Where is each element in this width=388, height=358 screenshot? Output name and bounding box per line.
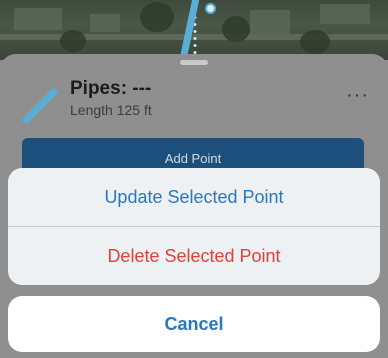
pipe-icon <box>22 88 58 124</box>
ellipsis-icon[interactable]: ··· <box>346 84 369 107</box>
delete-selected-point-button[interactable]: Delete Selected Point <box>8 227 380 285</box>
feature-length: Length 125 ft <box>70 102 152 118</box>
selected-vertex-handle[interactable] <box>205 3 216 14</box>
action-sheet-group: Update Selected Point Delete Selected Po… <box>8 168 380 285</box>
map-view[interactable] <box>0 0 388 60</box>
update-selected-point-button[interactable]: Update Selected Point <box>8 168 380 226</box>
sheet-grabber-handle[interactable] <box>180 60 208 65</box>
feature-title: Pipes: --- <box>70 78 152 99</box>
cancel-button[interactable]: Cancel <box>8 296 380 352</box>
